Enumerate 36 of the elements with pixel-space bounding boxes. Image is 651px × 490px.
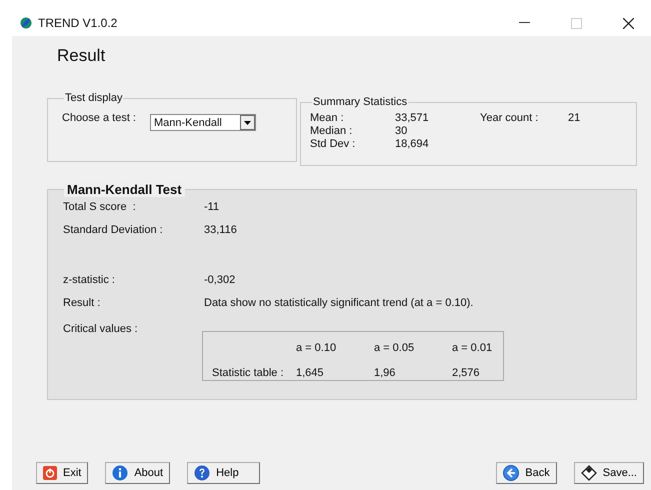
window-title: TREND V1.0.2 [38,16,118,30]
stat-label: Mean : [310,112,345,125]
table-cell-text: 2,576 [452,366,481,380]
result-value: 33,116 [204,224,238,236]
about-button[interactable]: About [105,462,170,484]
stat-label: Std Dev : [310,138,356,151]
result-label: Standard Deviation : [63,224,164,236]
stat-value: 21 [568,112,582,125]
result-value: -11 [204,201,220,213]
row-label: Statistic table : [212,366,285,380]
back-button[interactable]: Back [496,462,557,484]
result-value: -0,302 [204,274,236,286]
stat-label: Year count : [480,112,540,125]
column-header: a = 0.10 [296,342,338,356]
result-label: z-statistic : [63,274,116,286]
column-header: a = 0.05 [374,342,416,356]
result-label: Critical values : [63,323,139,337]
table-cell-text: 1,645 [296,366,325,380]
group-title: Test display [64,92,124,104]
panel-title: Mann-Kendall Test [64,182,185,197]
result-value: Data show no statistically significant trend (at a = 0.10). [204,297,474,309]
column-header: a = 0.01 [452,342,494,356]
stat-label: Median : [310,125,354,138]
table-cell-text: 1,96 [374,366,396,380]
stat-value: 30 [395,125,408,138]
field-label: Choose a test : [62,112,136,124]
result-label: Result : [63,297,102,309]
exit-button[interactable]: Exit [36,462,88,484]
group-title: Summary Statistics [312,96,408,108]
page-heading: Result [57,46,106,66]
result-label: Total S score : [63,201,137,213]
help-button[interactable]: Help [187,462,260,484]
save-button[interactable]: Save... [574,462,644,484]
test-dropdown[interactable]: Mann-Kendall [150,114,256,131]
stat-value: 18,694 [395,138,430,151]
stat-value: 33,571 [395,112,430,125]
